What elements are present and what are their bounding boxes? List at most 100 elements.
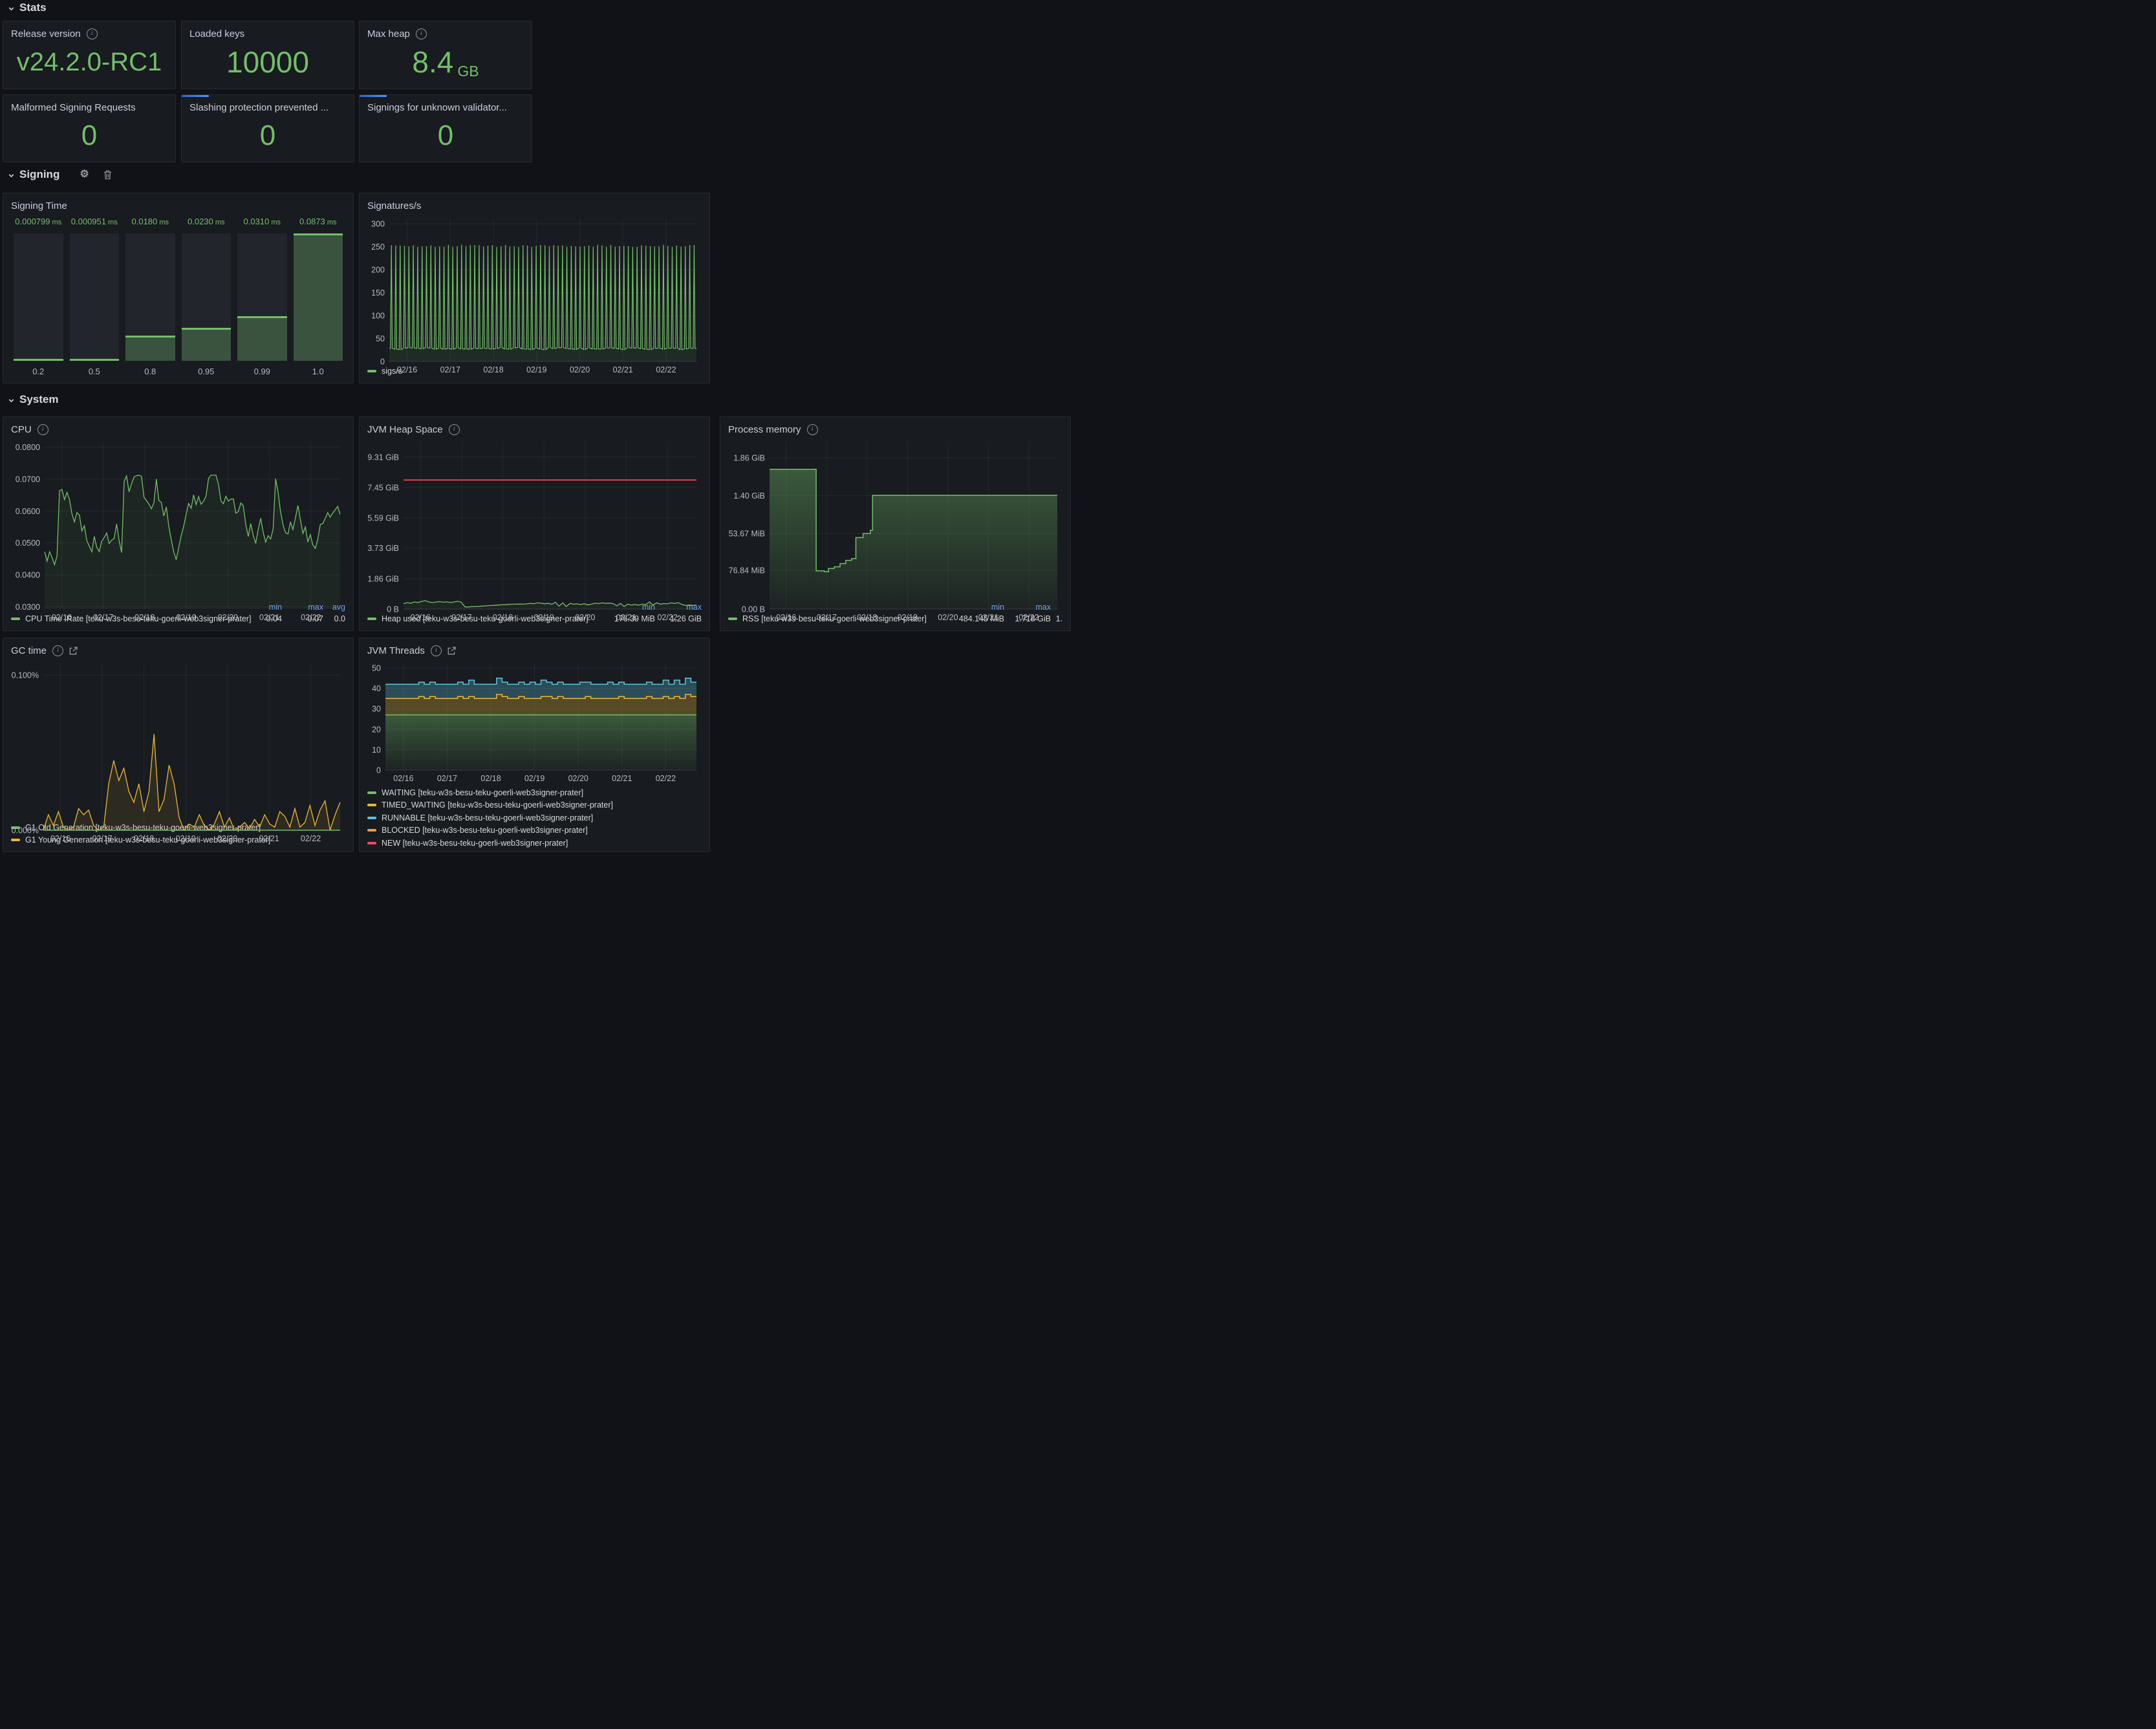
info-icon[interactable]: i <box>807 424 818 435</box>
panel-title: Max heap <box>367 28 410 39</box>
y-tick-label: 7.45 GiB <box>367 483 399 492</box>
y-tick-label: 300 <box>371 220 385 229</box>
bucket-label: 0.8 <box>125 361 175 376</box>
section-header-stats[interactable]: Stats <box>8 1 47 14</box>
section-header-system[interactable]: System <box>8 393 58 406</box>
info-icon[interactable]: i <box>431 645 442 656</box>
gc-time-plot[interactable]: 02/1602/1702/1802/1902/2002/2102/220.100… <box>11 658 345 844</box>
process-memory-chart[interactable]: 02/1602/1702/1802/1902/2002/2102/221.86 … <box>728 436 1062 600</box>
panel-title: Loaded keys <box>189 28 244 39</box>
panel-signings-unknown-validator: Signings for unknown validator... 0 <box>359 94 532 162</box>
gc-time-chart[interactable]: 02/1602/1702/1802/1902/2002/2102/220.100… <box>11 658 345 819</box>
legend-swatch[interactable] <box>367 804 376 806</box>
histogram-bucket[interactable]: 0.0310 ms0.99 <box>237 217 287 376</box>
gridlines <box>43 663 340 830</box>
series <box>385 678 696 770</box>
panel-process-memory: Process memoryi 02/1602/1702/1802/1902/2… <box>720 416 1071 631</box>
gear-icon[interactable]: ⚙ <box>80 169 89 180</box>
legend-label[interactable]: TIMED_WAITING [teku-w3s-besu-teku-goerli… <box>382 800 702 810</box>
cpu-plot[interactable]: 02/1602/1702/1802/1902/2002/2102/220.080… <box>11 436 345 623</box>
x-tick-label: 02/16 <box>52 613 72 622</box>
x-tick-label: 02/20 <box>217 834 237 843</box>
signatures-chart[interactable]: 02/1602/1702/1802/1902/2002/2102/2230025… <box>367 213 702 363</box>
y-tick-label: 50 <box>372 663 381 672</box>
panel-release-version: Release versioni v24.2.0-RC1 <box>3 21 176 89</box>
x-tick-label: 02/17 <box>817 613 837 622</box>
histogram-bucket[interactable]: 0.0180 ms0.8 <box>125 217 175 376</box>
histogram-bucket[interactable]: 0.000799 ms0.2 <box>14 217 63 376</box>
x-tick-label: 02/18 <box>857 613 877 622</box>
y-tick-label: 0.0600 <box>16 507 40 516</box>
y-tick-label: 476.84 MiB <box>728 566 765 575</box>
y-tick-label: 0 B <box>387 605 399 614</box>
legend-label[interactable]: WAITING [teku-w3s-besu-teku-goerli-web3s… <box>382 788 702 797</box>
bucket-label: 0.2 <box>14 361 63 376</box>
legend-label[interactable]: RUNNABLE [teku-w3s-besu-teku-goerli-web3… <box>382 813 702 822</box>
section-title: System <box>19 393 58 406</box>
gridlines <box>404 442 696 609</box>
chevron-down-icon <box>8 172 15 179</box>
legend: WAITING [teku-w3s-besu-teku-goerli-web3s… <box>367 786 702 850</box>
y-tick-label: 0.100% <box>12 671 39 680</box>
signatures-s-plot[interactable]: 02/1602/1702/1802/1902/2002/2102/2230025… <box>367 213 702 376</box>
y-tick-label: 5.59 GiB <box>367 513 399 522</box>
info-icon[interactable]: i <box>416 28 427 39</box>
section-header-signing[interactable]: Signing ⚙ <box>8 168 112 181</box>
x-tick-label: 02/19 <box>526 365 546 374</box>
jvm-threads-plot[interactable]: 02/1602/1702/1802/1902/2002/2102/2250403… <box>367 658 702 784</box>
x-tick-label: 02/16 <box>393 774 413 783</box>
legend-swatch[interactable] <box>367 829 376 832</box>
x-tick-label: 02/20 <box>575 613 595 622</box>
series <box>404 480 696 609</box>
y-tick-label: 0 <box>376 766 381 775</box>
process-memory-plot[interactable]: 02/1602/1702/1802/1902/2002/2102/221.86 … <box>728 436 1062 623</box>
series <box>389 245 696 362</box>
info-icon[interactable]: i <box>52 645 63 656</box>
external-link-icon[interactable] <box>447 647 456 655</box>
stat-value: 0 <box>81 122 97 150</box>
panel-title: GC time <box>11 645 47 656</box>
y-tick-label: 200 <box>371 266 385 275</box>
panel-title: Signings for unknown validator... <box>367 102 507 113</box>
panel-loaded-keys: Loaded keys 10000 <box>181 21 354 89</box>
x-tick-label: 02/18 <box>480 774 501 783</box>
y-tick-label: 1.86 GiB <box>733 454 765 463</box>
x-tick-label: 02/22 <box>301 613 321 622</box>
legend-label[interactable]: BLOCKED [teku-w3s-besu-teku-goerli-web3s… <box>382 826 702 835</box>
histogram-bucket[interactable]: 0.0230 ms0.95 <box>182 217 232 376</box>
y-tick-label: 10 <box>372 746 381 755</box>
x-tick-label: 02/21 <box>613 365 633 374</box>
info-icon[interactable]: i <box>38 424 49 435</box>
bucket-bar <box>237 233 287 361</box>
legend-swatch[interactable] <box>367 817 376 819</box>
panel-slashing-protection-prevented: Slashing protection prevented ... 0 <box>181 94 354 162</box>
histogram-bucket[interactable]: 0.000951 ms0.5 <box>70 217 120 376</box>
info-icon[interactable]: i <box>87 28 98 39</box>
stat-value: 8.4 <box>412 47 453 77</box>
jvm-heap-chart[interactable]: 02/1602/1702/1802/1902/2002/2102/229.31 … <box>367 436 702 600</box>
y-tick-label: 9.31 GiB <box>367 453 399 462</box>
external-link-icon[interactable] <box>69 647 78 655</box>
y-tick-label: 0.0500 <box>16 539 40 548</box>
y-tick-label: 0.00 B <box>742 605 765 614</box>
trash-icon[interactable] <box>103 170 112 180</box>
bucket-value: 0.000951 ms <box>70 217 120 230</box>
signing-time-histogram[interactable]: 0.000799 ms0.20.000951 ms0.50.0180 ms0.8… <box>11 213 345 378</box>
panel-gc-time: GC time i 02/1602/1702/1802/1902/2002/21… <box>3 638 354 852</box>
panel-title: Signing Time <box>11 200 67 211</box>
x-tick-label: 02/19 <box>898 613 918 622</box>
y-tick-label: 20 <box>372 725 381 734</box>
legend-swatch[interactable] <box>367 791 376 794</box>
info-icon[interactable]: i <box>449 424 460 435</box>
cpu-chart[interactable]: 02/1602/1702/1802/1902/2002/2102/220.080… <box>11 436 345 600</box>
jvm-threads-chart[interactable]: 02/1602/1702/1802/1902/2002/2102/2250403… <box>367 658 702 784</box>
legend-label[interactable]: NEW [teku-w3s-besu-teku-goerli-web3signe… <box>382 839 702 848</box>
jvm-heap-space-plot[interactable]: 02/1602/1702/1802/1902/2002/2102/229.31 … <box>367 436 702 623</box>
series <box>43 734 340 830</box>
x-tick-label: 02/18 <box>134 834 154 843</box>
legend-swatch[interactable] <box>367 842 376 844</box>
y-tick-label: 100 <box>371 312 385 321</box>
histogram-bucket[interactable]: 0.0873 ms1.0 <box>294 217 343 376</box>
bucket-bar <box>14 233 63 361</box>
x-tick-label: 02/19 <box>175 834 195 843</box>
